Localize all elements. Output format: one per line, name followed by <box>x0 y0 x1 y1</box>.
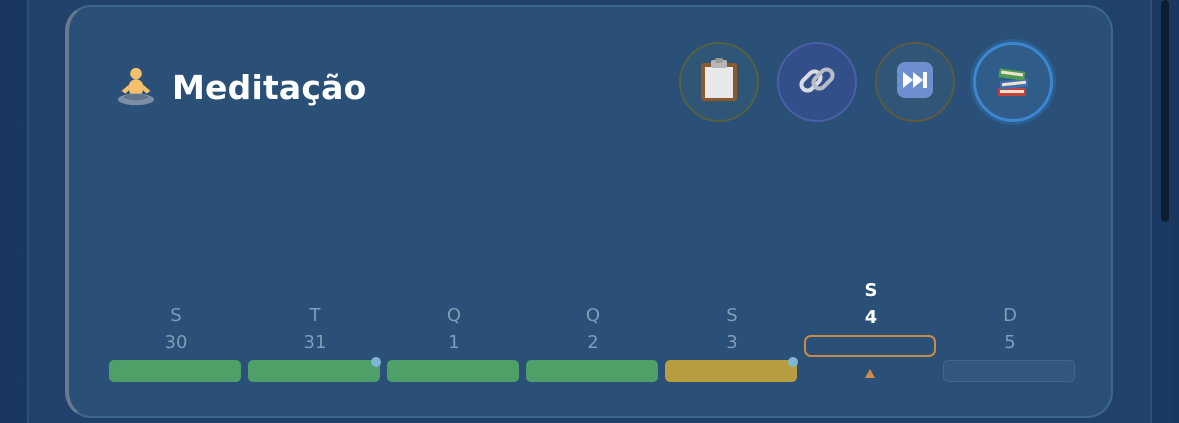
today-marker <box>865 369 875 378</box>
day-number: 31 <box>303 332 327 353</box>
day-letter: S <box>170 305 182 326</box>
day-letter: D <box>1003 305 1017 326</box>
day-progress-bar[interactable] <box>804 335 936 357</box>
day-letter: S <box>726 305 738 326</box>
day-letter: T <box>309 305 321 326</box>
note-dot <box>371 357 381 367</box>
day-column[interactable]: Q2 <box>526 7 660 420</box>
day-letter: Q <box>446 305 462 326</box>
day-progress-bar[interactable] <box>248 360 380 382</box>
day-number: 4 <box>864 307 878 328</box>
day-number: 1 <box>448 332 460 353</box>
day-number: 2 <box>587 332 599 353</box>
day-number: 30 <box>164 332 188 353</box>
day-letter: Q <box>585 305 601 326</box>
day-progress-bar[interactable] <box>943 360 1075 382</box>
day-letter: S <box>864 280 878 301</box>
week-tracker: S 30 T 31 Q 1 Q 2 S 3 S 4 D 5 <box>109 7 1079 420</box>
note-dot <box>788 357 798 367</box>
day-number: 5 <box>1004 332 1016 353</box>
day-progress-bar[interactable] <box>526 360 658 382</box>
day-column[interactable]: S4 <box>804 7 938 420</box>
app-screen: Meditação S 30 T 31 Q 1 Q 2 S 3 S 4 D 5 <box>0 0 1179 423</box>
day-progress-bar[interactable] <box>109 360 241 382</box>
day-column[interactable]: D5 <box>943 7 1077 420</box>
day-progress-bar[interactable] <box>387 360 519 382</box>
habit-card[interactable]: Meditação S 30 T 31 Q 1 Q 2 S 3 S 4 D 5 <box>65 5 1113 418</box>
day-progress-bar[interactable] <box>665 360 797 382</box>
day-column[interactable]: S 30 <box>109 7 243 420</box>
day-column[interactable]: S3 <box>665 7 799 420</box>
day-number: 3 <box>726 332 738 353</box>
day-column[interactable]: T 31 <box>248 7 382 420</box>
day-column[interactable]: Q1 <box>387 7 521 420</box>
scrollbar-thumb[interactable] <box>1161 0 1169 222</box>
